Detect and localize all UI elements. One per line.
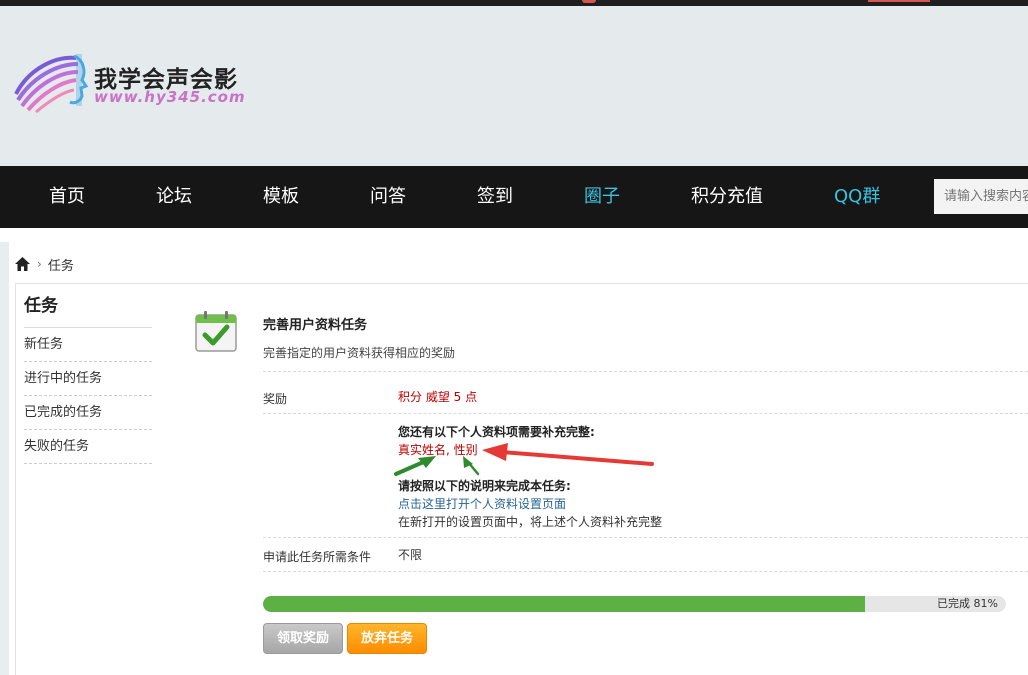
- chevron-right-icon: ›: [37, 257, 42, 271]
- task-progress-bar: 已完成 81%: [263, 596, 1006, 612]
- claim-reward-button[interactable]: 领取奖励: [263, 623, 343, 654]
- instructions-heading: 请按照以下的说明来完成本任务:: [398, 479, 571, 493]
- nav-item-recharge[interactable]: 积分充值: [691, 166, 763, 228]
- progress-text: 已完成 81%: [937, 597, 998, 610]
- search-input[interactable]: [934, 179, 1028, 214]
- site-logo[interactable]: 我学会声会影 www.hy345.com: [14, 50, 254, 114]
- task-calendar-check-icon: [195, 311, 237, 352]
- main-nav: 首页 论坛 模板 问答 签到 圈子 积分充值 QQ群: [0, 166, 1028, 228]
- open-profile-settings-link[interactable]: 点击这里打开个人资料设置页面: [398, 495, 566, 512]
- abandon-task-button[interactable]: 放弃任务: [347, 623, 427, 654]
- divider: [263, 571, 1028, 572]
- nav-item-checkin[interactable]: 签到: [477, 166, 513, 228]
- breadcrumb-current: 任务: [47, 258, 74, 274]
- reward-value: 积分 威望 5 点: [398, 390, 478, 404]
- logo-face-icon: [14, 54, 89, 114]
- nav-item-forum[interactable]: 论坛: [156, 166, 192, 228]
- top-bar-badge: [582, 0, 596, 3]
- condition-label: 申请此任务所需条件: [263, 550, 372, 564]
- nav-item-circle[interactable]: 圈子: [584, 166, 620, 228]
- progress-fill: [263, 596, 865, 612]
- divider: [263, 413, 1028, 414]
- instructions-note: 在新打开的设置页面中，将上述个人资料补充完整: [398, 515, 663, 529]
- sidebar-item-failed[interactable]: 失败的任务: [24, 430, 152, 464]
- reward-label: 奖励: [263, 392, 288, 406]
- nav-item-qq-group[interactable]: QQ群: [834, 166, 880, 228]
- breadcrumb: › 任务: [14, 254, 74, 274]
- divider: [263, 371, 1028, 372]
- nav-item-templates[interactable]: 模板: [263, 166, 299, 228]
- sidebar-item-new[interactable]: 新任务: [24, 328, 152, 362]
- nav-item-home[interactable]: 首页: [49, 166, 85, 228]
- task-sidebar: 任务 新任务 进行中的任务 已完成的任务 失败的任务: [24, 291, 152, 464]
- sidebar-item-in-progress[interactable]: 进行中的任务: [24, 362, 152, 396]
- divider: [263, 537, 1028, 538]
- task-title: 完善用户资料任务: [263, 318, 368, 333]
- missing-heading: 您还有以下个人资料项需要补充完整:: [398, 425, 595, 439]
- left-edge-strip: [0, 242, 9, 675]
- top-bar-accent: [868, 0, 930, 2]
- condition-value: 不限: [398, 548, 423, 562]
- home-icon[interactable]: [14, 256, 31, 272]
- nav-item-qa[interactable]: 问答: [370, 166, 406, 228]
- site-header: 我学会声会影 www.hy345.com: [0, 6, 1028, 166]
- sidebar-item-completed[interactable]: 已完成的任务: [24, 396, 152, 430]
- task-description: 完善指定的用户资料获得相应的奖励: [263, 346, 456, 360]
- annotation-arrows: [394, 443, 654, 476]
- sidebar-title: 任务: [24, 291, 152, 328]
- logo-url: www.hy345.com: [94, 88, 246, 106]
